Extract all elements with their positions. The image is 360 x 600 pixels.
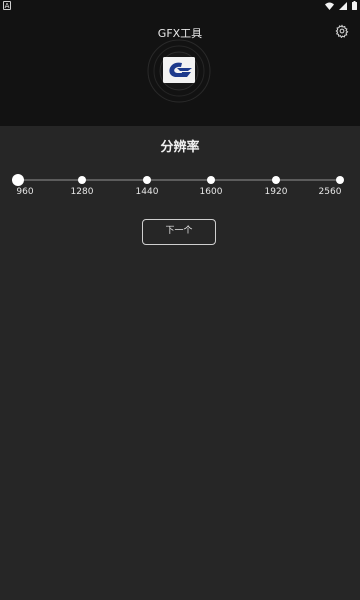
tick-label-2560: 2560 bbox=[318, 187, 342, 197]
slider-dot-1440[interactable] bbox=[143, 176, 151, 184]
resolution-panel: 分辨率 960 1280 1440 1600 1920 2560 下一个 bbox=[0, 126, 360, 600]
resolution-slider[interactable]: 960 1280 1440 1600 1920 2560 bbox=[0, 170, 360, 202]
slider-dot-2560[interactable] bbox=[336, 176, 344, 184]
slider-dot-1920[interactable] bbox=[272, 176, 280, 184]
battery-icon bbox=[352, 1, 357, 10]
notification-icon: A bbox=[3, 1, 11, 10]
slider-dot-960[interactable] bbox=[12, 174, 24, 186]
signal-icon bbox=[339, 1, 347, 10]
next-button[interactable]: 下一个 bbox=[142, 219, 216, 245]
header: A GFX工具 bbox=[0, 0, 360, 126]
status-bar: A bbox=[0, 0, 360, 12]
tick-label-960: 960 bbox=[16, 187, 34, 197]
section-title: 分辨率 bbox=[160, 140, 200, 155]
app-logo bbox=[147, 39, 211, 103]
tick-label-1600: 1600 bbox=[199, 187, 223, 197]
slider-dot-1600[interactable] bbox=[207, 176, 215, 184]
slider-dot-1280[interactable] bbox=[78, 176, 86, 184]
app-screen: A GFX工具 分辨率 960 1280 1440 1600 1920 2560… bbox=[0, 0, 360, 600]
tick-label-1920: 1920 bbox=[264, 187, 288, 197]
status-icons bbox=[325, 1, 357, 10]
tick-label-1280: 1280 bbox=[70, 187, 94, 197]
settings-icon[interactable] bbox=[335, 24, 349, 38]
slider-track[interactable] bbox=[18, 179, 340, 181]
wifi-icon bbox=[325, 2, 334, 10]
tick-label-1440: 1440 bbox=[135, 187, 159, 197]
